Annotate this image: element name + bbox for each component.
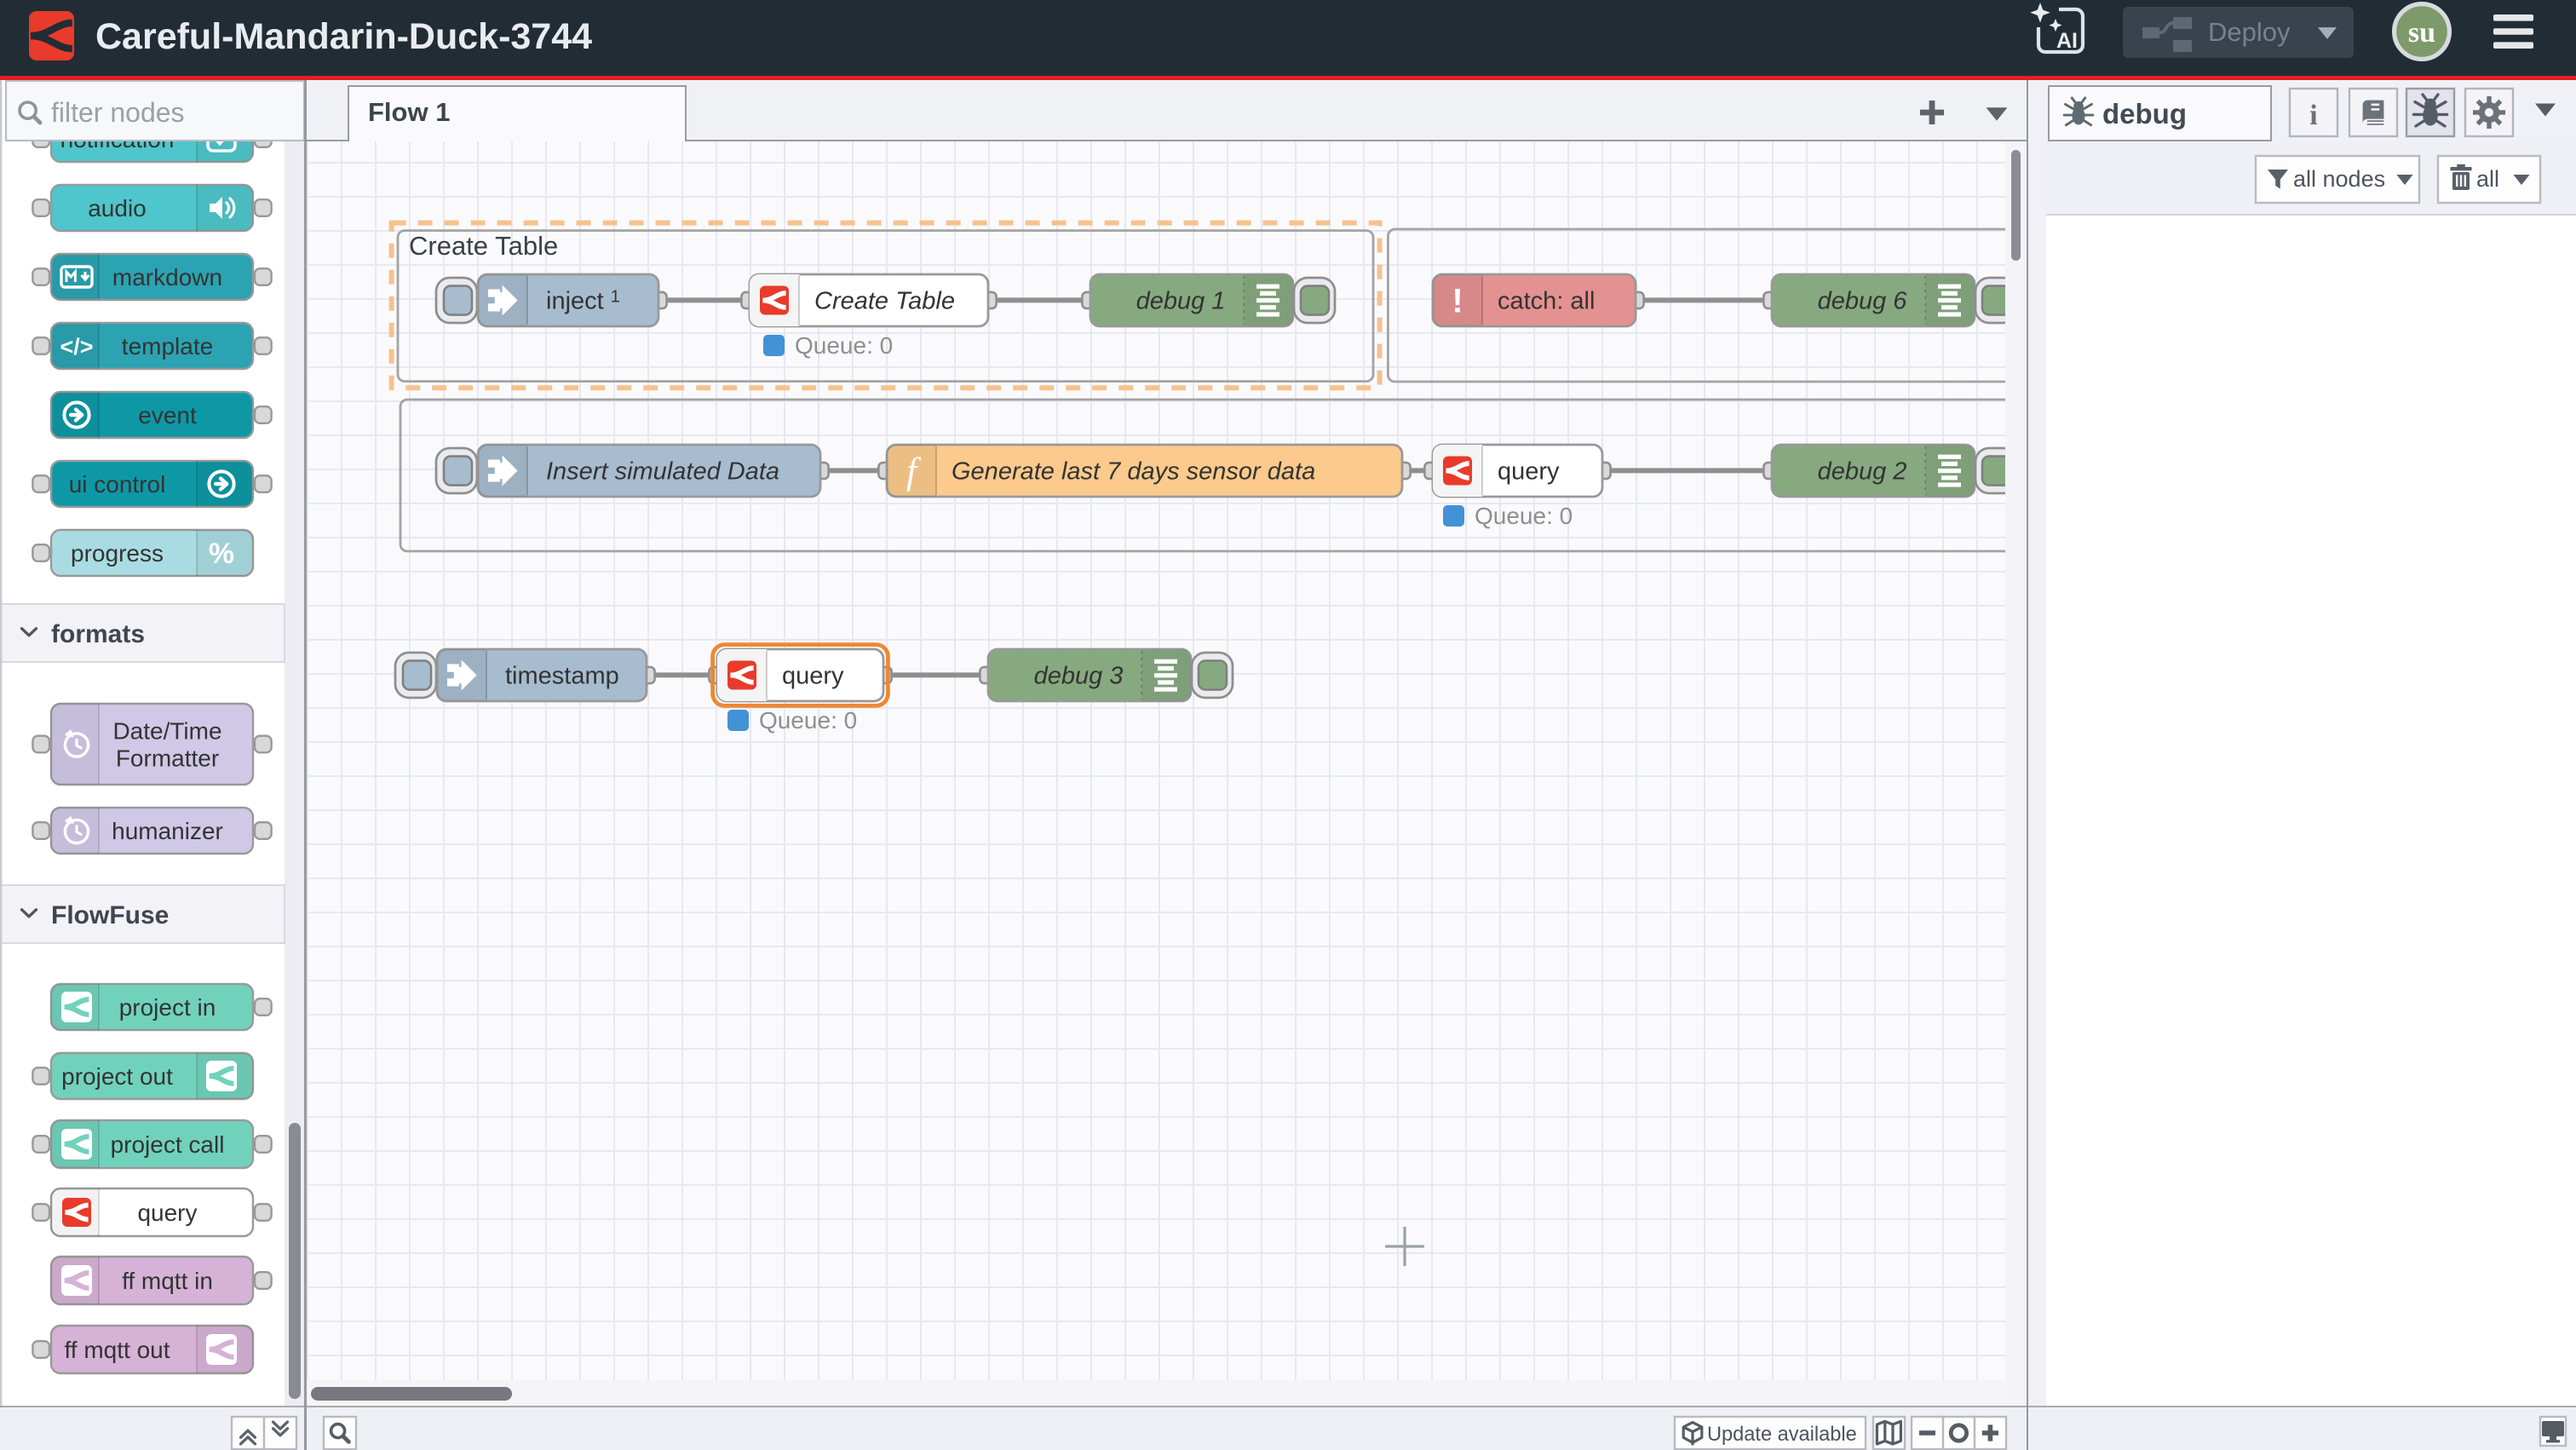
svg-text:!: ! xyxy=(1452,283,1463,320)
svg-text:</>: </> xyxy=(60,334,93,360)
svg-text:timestamp: timestamp xyxy=(505,663,619,690)
svg-text:humanizer: humanizer xyxy=(112,818,223,844)
svg-text:all nodes: all nodes xyxy=(2293,166,2385,192)
svg-text:debug 1: debug 1 xyxy=(1136,288,1226,315)
svg-text:Queue: 0: Queue: 0 xyxy=(1475,503,1573,529)
svg-text:project call: project call xyxy=(111,1131,225,1158)
svg-text:Queue: 0: Queue: 0 xyxy=(795,332,893,359)
svg-text:Formatter: Formatter xyxy=(116,745,219,772)
svg-text:AI: AI xyxy=(2056,29,2078,53)
svg-text:event: event xyxy=(138,402,197,429)
svg-text:debug 2: debug 2 xyxy=(1818,458,1907,486)
svg-text:inject 1: inject 1 xyxy=(546,288,620,315)
svg-text:filter nodes: filter nodes xyxy=(51,97,185,128)
svg-text:project in: project in xyxy=(119,994,216,1021)
svg-text:audio: audio xyxy=(88,195,147,222)
svg-text:project out: project out xyxy=(61,1063,173,1090)
svg-text:debug 6: debug 6 xyxy=(1818,288,1908,315)
svg-text:Deploy: Deploy xyxy=(2208,17,2291,47)
svg-text:Update available: Update available xyxy=(1707,1424,1857,1446)
svg-text:query: query xyxy=(137,1200,197,1226)
svg-text:all: all xyxy=(2476,166,2499,192)
svg-text:ui control: ui control xyxy=(69,471,166,498)
svg-text:Date/Time: Date/Time xyxy=(112,718,221,745)
svg-text:formats: formats xyxy=(51,620,145,648)
svg-text:Create Table: Create Table xyxy=(409,231,558,261)
svg-text:markdown: markdown xyxy=(112,264,222,291)
svg-text:%: % xyxy=(209,538,234,570)
svg-text:catch: all: catch: all xyxy=(1498,288,1595,315)
svg-text:ff mqtt out: ff mqtt out xyxy=(65,1337,170,1363)
svg-text:debug: debug xyxy=(2102,98,2187,129)
svg-text:ff mqtt in: ff mqtt in xyxy=(122,1268,213,1294)
svg-text:Create Table: Create Table xyxy=(814,288,955,315)
svg-text:query: query xyxy=(782,663,844,690)
svg-text:debug 3: debug 3 xyxy=(1034,663,1124,690)
svg-text:FlowFuse: FlowFuse xyxy=(51,901,169,929)
svg-text:Careful-Mandarin-Duck-3744: Careful-Mandarin-Duck-3744 xyxy=(95,16,592,57)
svg-text:query: query xyxy=(1498,458,1560,486)
svg-text:Insert simulated Data: Insert simulated Data xyxy=(546,458,779,486)
svg-text:i: i xyxy=(2309,100,2317,131)
svg-text:Queue: 0: Queue: 0 xyxy=(759,707,857,734)
svg-text:progress: progress xyxy=(71,540,164,567)
svg-text:template: template xyxy=(122,333,213,360)
svg-text:su: su xyxy=(2408,17,2435,49)
svg-text:Generate last 7 days sensor da: Generate last 7 days sensor data xyxy=(952,458,1315,486)
